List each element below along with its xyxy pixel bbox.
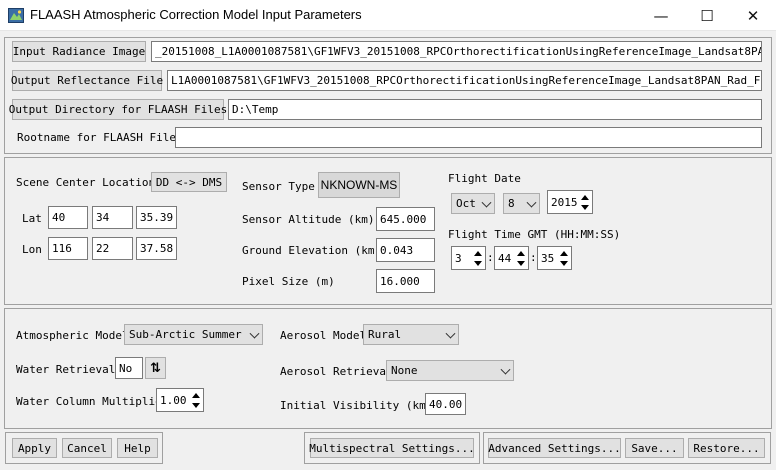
lon-seconds-field[interactable]: 37.58 — [136, 237, 177, 260]
atmospheric-model-select[interactable]: Sub-Arctic Summer — [124, 324, 263, 345]
ground-elevation-field[interactable]: 0.043 — [376, 238, 435, 262]
lon-label: Lon — [22, 243, 42, 256]
spin-arrows-icon[interactable] — [515, 248, 527, 268]
time-separator: : — [487, 251, 494, 264]
output-reflectance-field[interactable]: L1A0001087581\GF1WFV3_20151008_RPCOrthor… — [167, 70, 762, 91]
ground-elevation-label: Ground Elevation (km) — [242, 244, 382, 257]
dd-dms-toggle-button[interactable]: DD <-> DMS — [151, 172, 227, 192]
minimize-button[interactable]: — — [638, 0, 684, 31]
close-button[interactable]: ✕ — [730, 0, 776, 31]
flight-date-label: Flight Date — [448, 172, 521, 185]
flight-year-value: 2015 — [551, 195, 578, 209]
sensor-altitude-field[interactable]: 645.000 — [376, 207, 435, 231]
advanced-settings-button[interactable]: Advanced Settings... — [488, 438, 621, 458]
rootname-field[interactable] — [175, 127, 762, 148]
input-radiance-button[interactable]: Input Radiance Image — [12, 41, 146, 62]
aerosol-model-label: Aerosol Model — [280, 329, 367, 342]
flight-month-select[interactable]: Oct — [451, 193, 495, 214]
aerosol-model-value: Rural — [368, 328, 402, 341]
chevron-down-icon — [445, 328, 456, 339]
flight-month-value: Oct — [456, 197, 476, 210]
flight-hour-value: 3 — [455, 251, 462, 265]
title-bar: FLAASH Atmospheric Correction Model Inpu… — [0, 0, 776, 31]
pixel-size-field[interactable]: 16.000 — [376, 269, 435, 293]
water-column-label: Water Column Multiplier — [16, 395, 169, 408]
sensor-altitude-label: Sensor Altitude (km) — [242, 213, 375, 226]
flight-minute-spinbox[interactable]: 44 — [494, 246, 529, 270]
window-title: FLAASH Atmospheric Correction Model Inpu… — [30, 7, 362, 22]
rootname-label: Rootname for FLAASH Files — [17, 131, 183, 144]
water-retrieval-label: Water Retrieval — [16, 363, 116, 376]
restore-button[interactable]: Restore... — [688, 438, 765, 458]
time-separator: : — [530, 251, 537, 264]
flight-day-select[interactable]: 8 — [503, 193, 540, 214]
envi-app-icon — [8, 8, 24, 23]
apply-button[interactable]: Apply — [12, 438, 57, 458]
maximize-icon: ☐ — [700, 6, 714, 25]
multispectral-settings-button[interactable]: Multispectral Settings... — [309, 438, 475, 458]
flight-year-spinbox[interactable]: 2015 — [547, 190, 593, 214]
output-reflectance-button[interactable]: Output Reflectance File — [11, 70, 163, 91]
lon-degrees-field[interactable]: 116 — [48, 237, 88, 260]
spin-arrows-icon[interactable] — [190, 390, 202, 410]
atmospheric-model-value: Sub-Arctic Summer — [129, 328, 242, 341]
flight-time-label: Flight Time GMT (HH:MM:SS) — [448, 228, 621, 241]
flight-second-value: 35 — [541, 251, 555, 265]
sensor-type-label: Sensor Type — [242, 180, 315, 193]
maximize-button[interactable]: ☐ — [684, 0, 730, 31]
spin-arrows-icon[interactable] — [558, 248, 570, 268]
flight-hour-spinbox[interactable]: 3 — [451, 246, 486, 270]
cancel-button[interactable]: Cancel — [62, 438, 112, 458]
aerosol-retrieval-select[interactable]: None — [386, 360, 514, 381]
water-retrieval-field: No — [115, 357, 143, 379]
lat-seconds-field[interactable]: 35.39 — [136, 206, 177, 229]
close-icon: ✕ — [746, 6, 760, 25]
minimize-icon: — — [653, 6, 669, 25]
chevron-down-icon — [526, 197, 537, 208]
spin-arrows-icon[interactable] — [472, 248, 484, 268]
aerosol-retrieval-label: Aerosol Retrieval — [280, 365, 393, 378]
lon-minutes-field[interactable]: 22 — [92, 237, 133, 260]
water-column-value: 1.00 — [160, 393, 187, 407]
pixel-size-label: Pixel Size (m) — [242, 275, 335, 288]
output-directory-button[interactable]: Output Directory for FLAASH Files — [9, 99, 227, 120]
chevron-down-icon — [500, 364, 511, 375]
flight-day-value: 8 — [508, 197, 515, 210]
chevron-down-icon — [249, 328, 260, 339]
lat-minutes-field[interactable]: 34 — [92, 206, 133, 229]
initial-visibility-field[interactable]: 40.00 — [425, 393, 466, 415]
flight-second-spinbox[interactable]: 35 — [537, 246, 572, 270]
lat-degrees-field[interactable]: 40 — [48, 206, 88, 229]
atmospheric-model-label: Atmospheric Model — [16, 329, 129, 342]
save-button[interactable]: Save... — [625, 438, 684, 458]
sensor-type-button[interactable]: NKNOWN-MS — [318, 172, 400, 198]
output-directory-field[interactable]: D:\Temp — [228, 99, 762, 120]
water-column-spinbox[interactable]: 1.00 — [156, 388, 204, 412]
help-button[interactable]: Help — [117, 438, 158, 458]
chevron-down-icon — [481, 197, 492, 208]
toggle-arrows-icon[interactable]: ⇅ — [145, 357, 166, 379]
flight-minute-value: 44 — [498, 251, 512, 265]
aerosol-retrieval-value: None — [391, 364, 418, 377]
input-radiance-field[interactable]: _20151008_L1A0001087581\GF1WFV3_20151008… — [151, 41, 762, 62]
lat-label: Lat — [22, 212, 42, 225]
scene-center-label: Scene Center Location — [16, 176, 156, 189]
aerosol-model-select[interactable]: Rural — [363, 324, 459, 345]
initial-visibility-label: Initial Visibility (km) — [280, 399, 433, 412]
spin-arrows-icon[interactable] — [579, 192, 591, 212]
